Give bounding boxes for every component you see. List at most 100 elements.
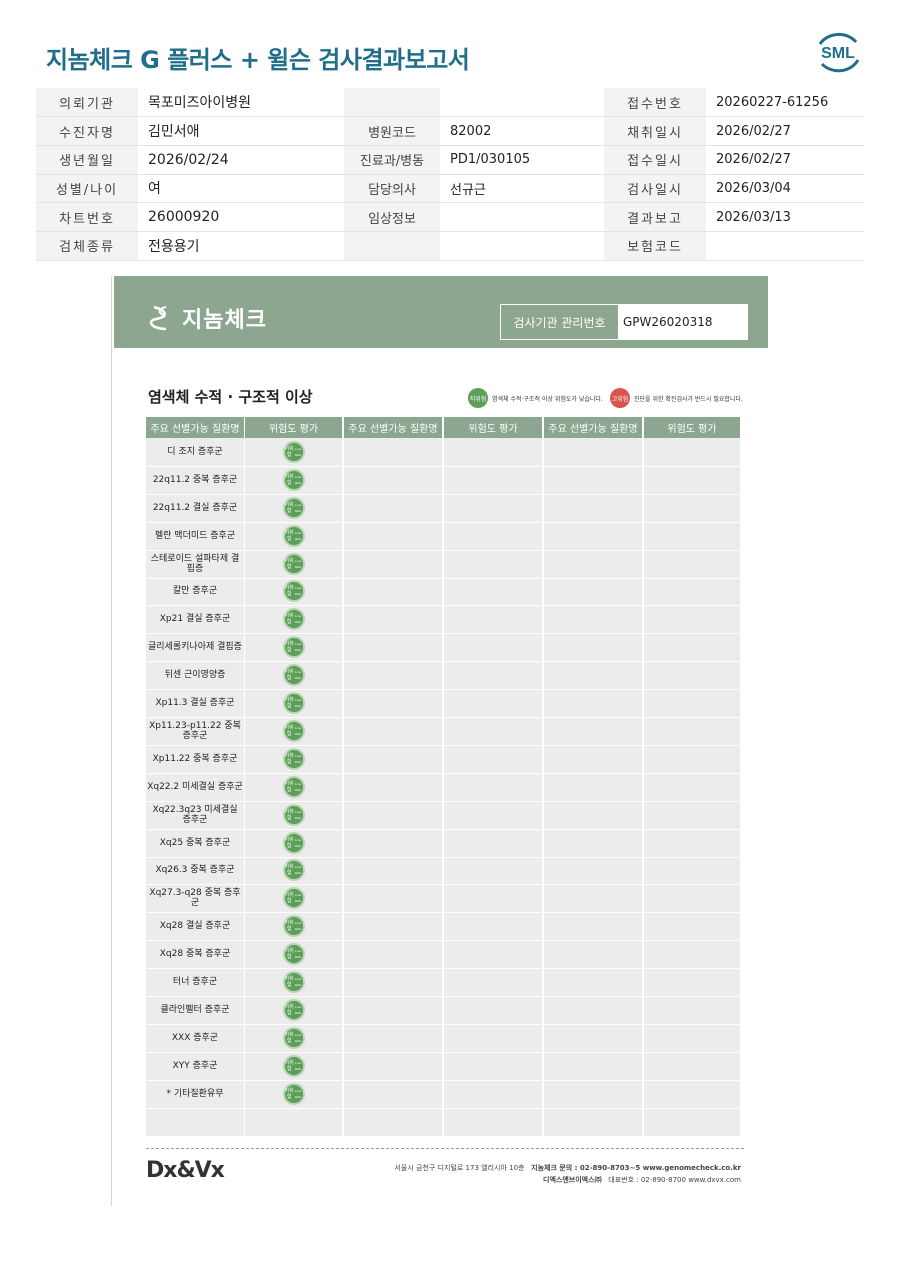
badge-label: 저위험	[284, 557, 294, 570]
grid-column	[644, 438, 740, 1136]
badge-sublabel: Low Risk	[295, 949, 302, 960]
low-risk-badge: 저위험 Low Risk	[282, 1026, 305, 1049]
disease-name: Xq22.3q23 미세결실 증후군	[152, 804, 238, 825]
info-label	[344, 231, 440, 261]
badge-sublabel: Low Risk	[295, 865, 302, 876]
low-risk-badge: 저위험 Low Risk	[282, 915, 305, 938]
badge-sublabel: Low Risk	[295, 893, 302, 904]
info-label: 생년월일	[36, 145, 138, 175]
info-value	[706, 231, 864, 261]
high-risk-badge-icon: 고위험	[610, 388, 630, 408]
disease-name: 22q11.2 중복 증후군	[152, 474, 238, 485]
badge-sublabel: Low Risk	[295, 921, 302, 932]
low-risk-badge: 저위험 Low Risk	[282, 831, 305, 854]
badge-label: 저위험	[284, 1031, 294, 1044]
info-value: 2026/02/27	[706, 116, 864, 146]
badge-label: 저위험	[284, 836, 294, 849]
badge-sublabel: Low Risk	[295, 586, 302, 597]
low-risk-badge: 저위험 Low Risk	[282, 636, 305, 659]
badge-sublabel: Low Risk	[295, 1060, 302, 1071]
low-risk-badge: 저위험 Low Risk	[282, 747, 305, 770]
low-risk-badge: 저위험 Low Risk	[282, 859, 305, 882]
disease-name: 스테로이드 설파타제 결핍증	[150, 553, 240, 574]
scan-header: 지놈체크 검사기관 관리번호 GPW26020318	[114, 276, 768, 348]
badge-label: 저위험	[284, 669, 294, 682]
disease-name: 터너 증후군	[172, 977, 218, 988]
info-label: 진료과/병동	[344, 145, 440, 175]
management-number-box: 검사기관 관리번호 GPW26020318	[500, 304, 748, 340]
badge-sublabel: Low Risk	[295, 1004, 302, 1015]
badge-sublabel: Low Risk	[295, 614, 302, 625]
brand-text: 지놈체크	[182, 308, 267, 333]
badge-label: 저위험	[284, 864, 294, 877]
dna-icon	[149, 305, 167, 331]
patient-info-table: 의뢰기관 목포미즈아이병원 접수번호 20260227-61256 수진자명 김민서애 병원…	[36, 88, 864, 261]
badge-label: 저위험	[284, 613, 294, 626]
info-label: 보험코드	[604, 231, 706, 261]
badge-label: 저위험	[284, 1003, 294, 1016]
low-risk-badge: 저위험 Low Risk	[282, 608, 305, 631]
column-header-disease: 주요 선별가능 질환명	[544, 417, 642, 438]
disease-name: 클라인펠터 증후군	[160, 1004, 230, 1015]
column-header-risk: 위험도 평가	[245, 417, 342, 438]
disease-name: Xp11.22 중복 증후군	[152, 753, 238, 764]
info-value: 20260227-61256	[706, 88, 864, 118]
info-label: 담당의사	[344, 174, 440, 204]
column-header-disease: 주요 선별가능 질환명	[344, 417, 442, 438]
disease-name: Xp11.23-p11.22 중복 증후군	[149, 720, 241, 741]
low-risk-badge: 저위험 Low Risk	[282, 552, 305, 575]
genomecheck-brand: 지놈체크	[148, 302, 267, 334]
disease-name: Xq28 중복 증후군	[159, 949, 231, 960]
info-row: 의뢰기관 목포미즈아이병원 접수번호 20260227-61256	[36, 88, 864, 118]
info-label: 성별/나이	[36, 174, 138, 204]
badge-sublabel: Low Risk	[295, 642, 302, 653]
badge-label: 저위험	[284, 473, 294, 486]
info-row: 수진자명 김민서애 병원코드 82002 채취일시 2026/02/27	[36, 116, 864, 146]
management-number-value: GPW26020318	[623, 315, 713, 329]
legend-high-text: 진단을 위한 확진검사가 반드시 필요합니다.	[634, 395, 743, 403]
footer-line-2: 디엑스앤브이엑스㈜ 대표번호 : 02-890-8700 www.dxvx.co…	[543, 1175, 741, 1185]
column-header-risk: 위험도 평가	[444, 417, 542, 438]
badge-label: 저위험	[284, 724, 294, 737]
disease-name: 뒤센 근이영양증	[164, 670, 226, 681]
info-value: 선규근	[440, 174, 604, 204]
badge-label: 저위험	[284, 641, 294, 654]
info-row: 검체종류 전용용기 보험코드	[36, 231, 864, 261]
info-label: 차트번호	[36, 202, 138, 232]
badge-sublabel: Low Risk	[295, 1088, 302, 1099]
info-label	[344, 88, 440, 118]
info-value: 2026/02/24	[138, 145, 344, 175]
badge-sublabel: Low Risk	[295, 474, 302, 485]
badge-sublabel: Low Risk	[295, 781, 302, 792]
badge-sublabel: Low Risk	[295, 502, 302, 513]
info-value: 2026/03/13	[706, 202, 864, 232]
info-row: 생년월일 2026/02/24 진료과/병동 PD1/030105 접수일시 2026/0…	[36, 145, 864, 175]
badge-label: 저위험	[284, 808, 294, 821]
badge-label: 저위험	[284, 948, 294, 961]
badge-label: 저위험	[284, 585, 294, 598]
info-label: 의뢰기관	[36, 88, 138, 118]
footer-company: 디엑스앤브이엑스㈜	[543, 1176, 602, 1184]
low-risk-badge: 저위험 Low Risk	[282, 971, 305, 994]
dxvx-logo: Dx&Vx	[146, 1158, 225, 1183]
disease-name: 디 조지 증후군	[167, 446, 223, 457]
report-title: 지놈체크 G 플러스 + 윌슨 검사결과보고서	[46, 46, 470, 74]
sml-logo-text: SML	[821, 45, 855, 62]
badge-label: 저위험	[284, 501, 294, 514]
badge-label: 저위험	[284, 1087, 294, 1100]
info-value: 2026/02/27	[706, 145, 864, 175]
disease-name: 22q11.2 결실 증후군	[152, 502, 238, 513]
scanned-report-page: 지놈체크 검사기관 관리번호 GPW26020318 염색체 수적 · 구조적 …	[111, 276, 769, 1206]
badge-sublabel: Low Risk	[295, 1032, 302, 1043]
footer-divider	[146, 1148, 744, 1149]
info-value: 전용용기	[138, 231, 344, 261]
info-label: 수진자명	[36, 116, 138, 146]
section-title: 염색체 수적 · 구조적 이상	[148, 388, 313, 406]
badge-label: 저위험	[284, 445, 294, 458]
footer-line-1: 서울시 금천구 디지털로 173 엘리시아 10층 지놈체크 문의 : 02-8…	[394, 1163, 741, 1173]
badge-sublabel: Low Risk	[295, 530, 302, 541]
info-value: 김민서애	[138, 116, 344, 146]
low-risk-badge: 저위험 Low Risk	[282, 664, 305, 687]
info-value: 26000920	[138, 202, 344, 232]
grid-row-divider	[146, 1107, 740, 1109]
